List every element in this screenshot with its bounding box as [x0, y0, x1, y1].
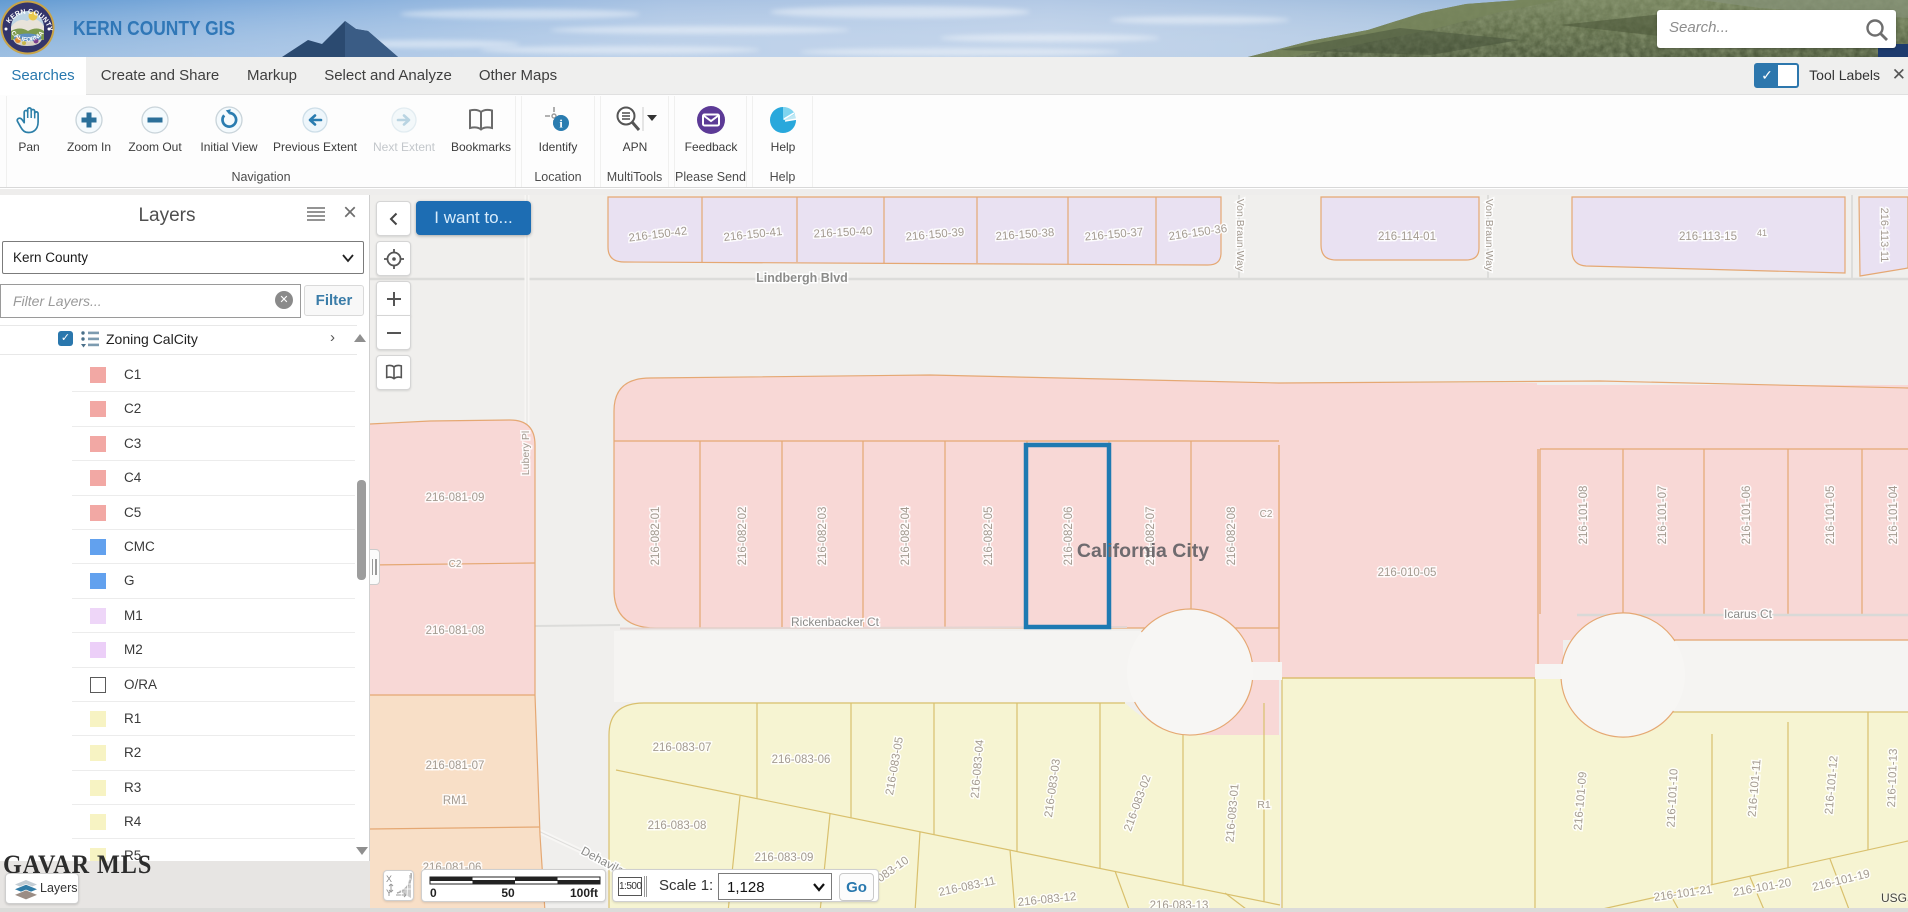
svg-text:216-114-01: 216-114-01: [1378, 231, 1436, 243]
svg-text:216-082-01: 216-082-01: [650, 507, 662, 566]
svg-text:216-082-08: 216-082-08: [1226, 507, 1238, 566]
svg-text:Von Braun Way: Von Braun Way: [1234, 199, 1246, 272]
svg-text:RM1: RM1: [443, 795, 467, 807]
svg-text:Icarus Ct: Icarus Ct: [1724, 607, 1773, 621]
svg-text:216-081-09: 216-081-09: [426, 492, 485, 504]
svg-text:216-101-07: 216-101-07: [1657, 486, 1669, 545]
svg-text:216-082-03: 216-082-03: [817, 507, 829, 566]
svg-text:216-081-08: 216-081-08: [426, 625, 485, 637]
svg-text:Lubery Pl: Lubery Pl: [520, 431, 532, 475]
svg-text:0: 0: [430, 886, 437, 900]
svg-text:216-082-04: 216-082-04: [900, 506, 912, 565]
svg-text:216-083-07: 216-083-07: [653, 742, 712, 754]
svg-text:216-101-06: 216-101-06: [1741, 486, 1753, 545]
svg-text:216-083-06: 216-083-06: [772, 754, 831, 766]
svg-text:C2: C2: [1260, 509, 1273, 520]
svg-text:50: 50: [501, 886, 515, 900]
svg-text:216-082-06: 216-082-06: [1063, 507, 1075, 566]
svg-text:R1: R1: [1257, 799, 1271, 811]
svg-text:C2: C2: [449, 559, 462, 570]
svg-text:216-010-05: 216-010-05: [1378, 567, 1437, 579]
svg-text:216-101-08: 216-101-08: [1578, 486, 1590, 545]
svg-text:Rickenbacker Ct: Rickenbacker Ct: [791, 615, 880, 629]
svg-text:100ft: 100ft: [570, 886, 598, 900]
svg-text:Lindbergh Blvd: Lindbergh Blvd: [756, 271, 848, 285]
svg-text:X: X: [386, 874, 392, 884]
svg-text:216-082-02: 216-082-02: [737, 507, 749, 566]
svg-text:216-081-07: 216-081-07: [426, 760, 485, 772]
svg-text:216-101-04: 216-101-04: [1888, 485, 1900, 544]
svg-text:California City: California City: [1077, 540, 1209, 562]
svg-text:216-083-09: 216-083-09: [755, 852, 814, 864]
svg-text:216-101-05: 216-101-05: [1825, 486, 1837, 545]
svg-text:216-113-15: 216-113-15: [1679, 231, 1737, 243]
svg-text:216-101-13: 216-101-13: [1886, 748, 1900, 807]
svg-text:41: 41: [1757, 228, 1767, 238]
svg-text:216-083-08: 216-083-08: [648, 820, 707, 832]
svg-text:216-082-05: 216-082-05: [983, 507, 995, 566]
svg-text:216-113-11: 216-113-11: [1878, 208, 1890, 263]
svg-text:Von Braun Way: Von Braun Way: [1483, 199, 1495, 272]
